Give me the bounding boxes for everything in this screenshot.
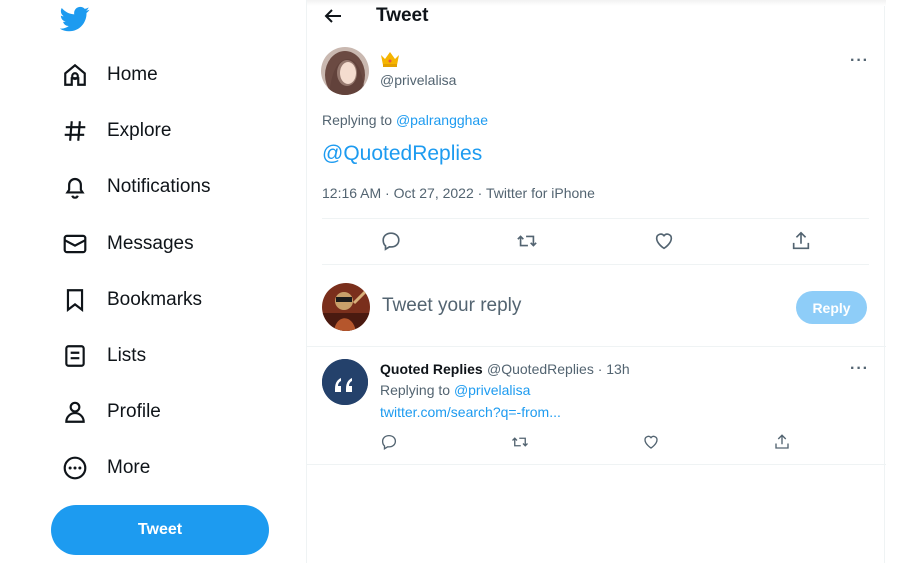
reply-author-name[interactable]: Quoted Replies bbox=[380, 361, 483, 377]
reply-icon[interactable] bbox=[380, 433, 398, 451]
list-icon bbox=[58, 339, 92, 373]
divider bbox=[322, 218, 869, 219]
crown-emoji bbox=[380, 50, 400, 68]
sidebar-item-explore[interactable]: Explore bbox=[58, 109, 171, 153]
divider bbox=[322, 264, 869, 265]
like-icon[interactable] bbox=[642, 433, 660, 451]
replying-prefix: Replying to bbox=[380, 382, 451, 398]
sidebar-item-messages[interactable]: Messages bbox=[58, 222, 194, 266]
sidebar: Home Explore Notifications Messages Book… bbox=[0, 0, 306, 563]
page-title: Tweet bbox=[376, 5, 429, 26]
reply-button[interactable]: Reply bbox=[796, 291, 867, 324]
sidebar-item-home[interactable]: Home bbox=[58, 53, 158, 97]
more-circle-icon bbox=[58, 451, 92, 485]
sidebar-item-label: Bookmarks bbox=[107, 289, 203, 310]
sidebar-item-notifications[interactable]: Notifications bbox=[58, 165, 211, 209]
sidebar-item-label: Home bbox=[107, 64, 158, 85]
reply-icon[interactable] bbox=[380, 230, 402, 252]
main-column: Tweet @privelalisa ··· Replying to @palr… bbox=[306, 0, 886, 563]
tweet-timestamp[interactable]: 12:16 AM · Oct 27, 2022 · Twitter for iP… bbox=[322, 185, 595, 201]
sidebar-item-label: Messages bbox=[107, 233, 194, 254]
tweet-body-mention[interactable]: @QuotedReplies bbox=[322, 142, 482, 166]
bell-icon bbox=[58, 170, 92, 204]
twitter-bird-icon[interactable] bbox=[59, 4, 92, 34]
quoted-replies-avatar[interactable] bbox=[322, 359, 368, 405]
replying-to-link[interactable]: @palrangghae bbox=[396, 112, 488, 128]
divider bbox=[307, 346, 886, 347]
sidebar-item-label: Lists bbox=[107, 345, 147, 366]
envelope-icon bbox=[58, 227, 92, 261]
sidebar-item-profile[interactable]: Profile bbox=[58, 390, 161, 434]
back-arrow-icon[interactable] bbox=[321, 4, 345, 28]
retweet-icon[interactable] bbox=[511, 433, 529, 451]
more-options-icon[interactable]: ··· bbox=[850, 52, 869, 70]
sidebar-item-lists[interactable]: Lists bbox=[58, 334, 146, 378]
retweet-icon[interactable] bbox=[516, 230, 538, 252]
replying-prefix: Replying to bbox=[322, 112, 393, 128]
home-icon bbox=[58, 58, 92, 92]
reply-more-options-icon[interactable]: ··· bbox=[850, 360, 869, 378]
sidebar-item-label: Notifications bbox=[107, 176, 211, 197]
tweet-button[interactable]: Tweet bbox=[51, 505, 269, 555]
share-icon[interactable] bbox=[790, 230, 812, 252]
reply-input[interactable]: Tweet your reply bbox=[382, 295, 521, 317]
sidebar-item-more[interactable]: More bbox=[58, 446, 150, 490]
sidebar-item-label: More bbox=[107, 457, 151, 478]
my-avatar[interactable] bbox=[322, 283, 370, 331]
like-icon[interactable] bbox=[653, 230, 675, 252]
sidebar-item-label: Profile bbox=[107, 401, 161, 422]
replying-to: Replying to @palrangghae bbox=[322, 112, 488, 128]
tweet-handle[interactable]: @privelalisa bbox=[380, 72, 456, 88]
bookmark-icon bbox=[58, 283, 92, 317]
share-icon[interactable] bbox=[773, 433, 791, 451]
replying-to-link[interactable]: @privelalisa bbox=[454, 382, 530, 398]
hashtag-icon bbox=[58, 114, 92, 148]
person-icon bbox=[58, 395, 92, 429]
sidebar-item-bookmarks[interactable]: Bookmarks bbox=[58, 278, 202, 322]
reply-replying-to: Replying to @privelalisa bbox=[380, 382, 530, 398]
sidebar-item-label: Explore bbox=[107, 120, 172, 141]
reply-author-handle[interactable]: @QuotedReplies · 13h bbox=[487, 361, 630, 377]
reply-link[interactable]: twitter.com/search?q=-from... bbox=[380, 404, 561, 420]
divider bbox=[307, 464, 886, 465]
avatar[interactable] bbox=[321, 47, 369, 95]
